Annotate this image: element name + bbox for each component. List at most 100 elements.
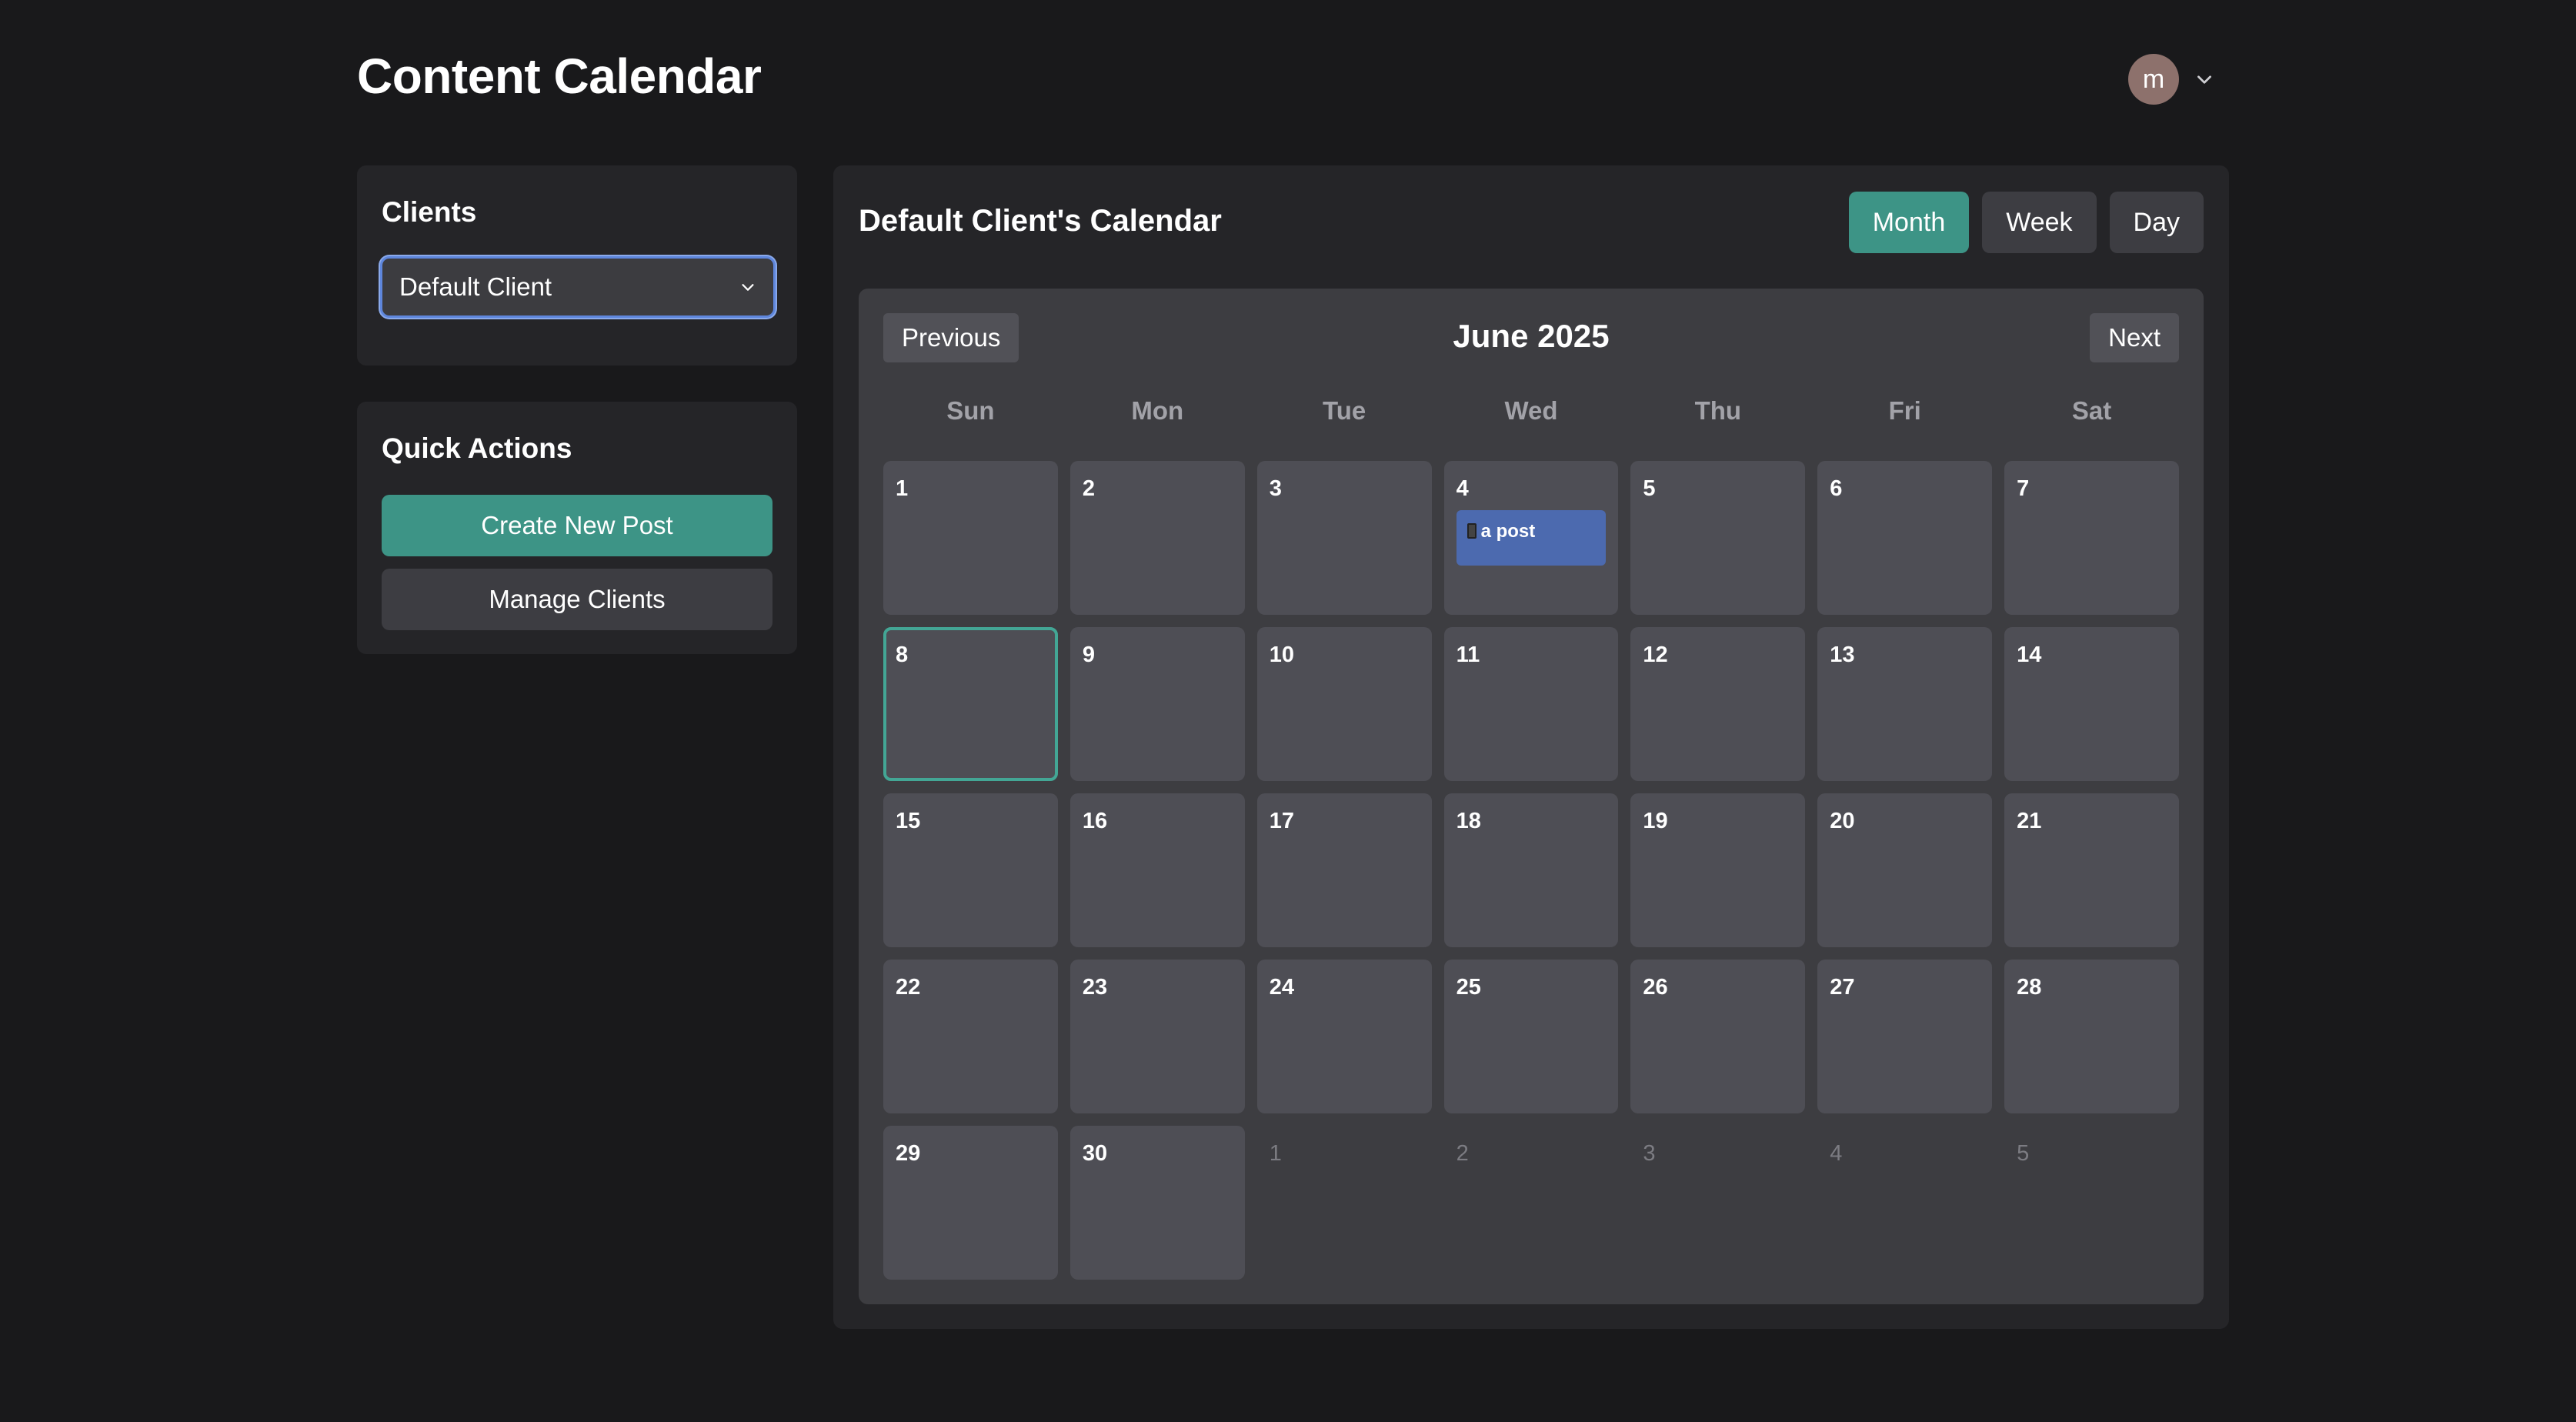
client-select[interactable]: Default Client — [380, 256, 776, 318]
day-cell[interactable]: 4 a post — [1443, 461, 1619, 615]
day-cell[interactable]: 27 — [1817, 960, 1993, 1113]
day-number: 11 — [1456, 643, 1480, 667]
day-number: 19 — [1643, 809, 1668, 833]
weekday-label: Sat — [2071, 396, 2112, 425]
day-cell[interactable]: 25 — [1443, 960, 1619, 1113]
day-cell[interactable]: 22 — [883, 960, 1058, 1113]
client-select-value: Default Client — [399, 272, 552, 301]
day-cell[interactable]: 18 — [1443, 793, 1619, 947]
day-number: 3 — [1269, 476, 1282, 501]
day-cell[interactable]: 17 — [1256, 793, 1432, 947]
quick-actions-panel: Quick Actions Create New Post Manage Cli… — [357, 402, 797, 654]
day-number: 2 — [1456, 1141, 1469, 1166]
day-number: 13 — [1830, 643, 1855, 667]
day-number: 23 — [1082, 975, 1108, 1000]
weekday-label: Sun — [946, 396, 995, 425]
day-cell[interactable]: 16 — [1069, 793, 1245, 947]
weekday-label: Mon — [1131, 396, 1184, 425]
next-month-button[interactable]: Next — [2090, 313, 2179, 362]
day-cell[interactable]: 12 — [1630, 627, 1806, 781]
day-number: 29 — [896, 1141, 921, 1166]
day-cell[interactable]: 10 — [1256, 627, 1432, 781]
day-number: 16 — [1082, 809, 1108, 833]
day-number: 4 — [1830, 1141, 1843, 1166]
clients-panel: Clients Default Client — [357, 165, 797, 366]
day-cell[interactable]: 14 — [2004, 627, 2179, 781]
avatar[interactable]: m — [2128, 54, 2179, 105]
day-number: 6 — [1830, 476, 1843, 501]
day-cell[interactable]: 20 — [1817, 793, 1993, 947]
day-number: 12 — [1643, 643, 1668, 667]
day-number: 2 — [1082, 476, 1095, 501]
view-month-button[interactable]: Month — [1848, 192, 1970, 253]
day-cell-other-month: 4 — [1817, 1126, 1992, 1280]
day-cell[interactable]: 19 — [1630, 793, 1806, 947]
day-cell[interactable]: 13 — [1817, 627, 1993, 781]
day-number: 3 — [1643, 1141, 1656, 1166]
view-day-button[interactable]: Day — [2109, 192, 2204, 253]
phone-icon — [1467, 523, 1477, 539]
day-number: 28 — [2017, 975, 2042, 1000]
manage-clients-button[interactable]: Manage Clients — [382, 569, 772, 630]
day-cell[interactable]: 28 — [2004, 960, 2179, 1113]
day-number: 26 — [1643, 975, 1668, 1000]
create-new-post-button[interactable]: Create New Post — [382, 495, 772, 556]
calendar-grid-container: Previous June 2025 Next Sun Mon Tue Wed … — [859, 289, 2204, 1304]
weekday-label: Tue — [1323, 396, 1366, 425]
day-number: 1 — [1269, 1141, 1282, 1166]
day-number: 27 — [1830, 975, 1855, 1000]
day-number: 30 — [1082, 1141, 1108, 1166]
day-cell[interactable]: 15 — [883, 793, 1058, 947]
day-number: 5 — [2017, 1141, 2030, 1166]
weekday-label: Fri — [1888, 396, 1921, 425]
chevron-down-icon — [742, 284, 754, 291]
event-chip[interactable]: a post — [1456, 510, 1607, 566]
day-number: 4 — [1456, 476, 1469, 501]
day-grid: 1234a post 5 6 7 8 9 10 11 12 13 14 15 16 17 18 19 20 21 2… — [883, 461, 2179, 1280]
day-number: 25 — [1456, 975, 1481, 1000]
day-cell[interactable]: 7 — [2004, 461, 2179, 615]
clients-heading: Clients — [382, 196, 477, 228]
chevron-down-icon[interactable] — [2194, 69, 2214, 89]
page-title: Content Calendar — [357, 48, 762, 104]
day-cell-other-month: 3 — [1630, 1126, 1805, 1280]
user-menu[interactable]: m — [2128, 54, 2214, 105]
day-number: 8 — [896, 643, 909, 667]
day-number: 22 — [896, 975, 921, 1000]
event-title: a post — [1480, 521, 1536, 542]
day-cell[interactable]: 2 — [1069, 461, 1245, 615]
day-cell[interactable]: 21 — [2004, 793, 2179, 947]
weekday-label: Wed — [1504, 396, 1558, 425]
day-number: 15 — [896, 809, 921, 833]
day-cell[interactable]: 26 — [1630, 960, 1806, 1113]
weekday-header: Sun Mon Tue Wed Thu Fri Sat — [883, 396, 2179, 435]
day-number: 5 — [1643, 476, 1656, 501]
view-week-button[interactable]: Week — [1982, 192, 2097, 253]
calendar-title: Default Client's Calendar — [859, 204, 1222, 238]
quick-actions-heading: Quick Actions — [382, 432, 572, 464]
day-cell-other-month: 2 — [1444, 1126, 1619, 1280]
day-cell[interactable]: 1 — [883, 461, 1058, 615]
calendar-panel: Default Client's Calendar Month Week Day… — [833, 165, 2229, 1329]
day-cell[interactable]: 5 — [1630, 461, 1806, 615]
day-number: 20 — [1830, 809, 1855, 833]
day-cell[interactable]: 30 — [1069, 1126, 1245, 1280]
day-cell[interactable]: 24 — [1256, 960, 1432, 1113]
day-number: 7 — [2017, 476, 2030, 501]
day-cell[interactable]: 29 — [883, 1126, 1058, 1280]
day-number: 1 — [896, 476, 909, 501]
day-number: 24 — [1269, 975, 1294, 1000]
day-cell[interactable]: 3 — [1256, 461, 1432, 615]
day-number: 9 — [1082, 643, 1095, 667]
day-cell[interactable]: 23 — [1069, 960, 1245, 1113]
day-cell-other-month: 1 — [1257, 1126, 1432, 1280]
day-cell[interactable]: 9 — [1069, 627, 1245, 781]
day-number: 14 — [2017, 643, 2042, 667]
day-number: 17 — [1269, 809, 1294, 833]
view-switcher: Month Week Day — [1848, 192, 2204, 253]
day-cell[interactable]: 6 — [1817, 461, 1993, 615]
day-cell-today[interactable]: 8 — [883, 627, 1058, 781]
day-number: 10 — [1269, 643, 1294, 667]
day-number: 21 — [2017, 809, 2042, 833]
day-cell[interactable]: 11 — [1443, 627, 1619, 781]
